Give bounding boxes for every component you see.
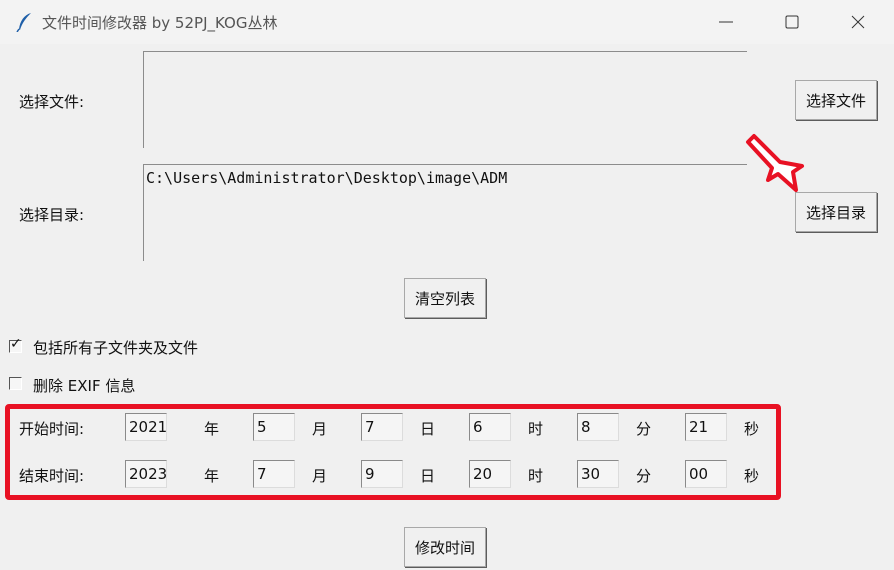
include-subfolders-label: 包括所有子文件夹及文件 bbox=[33, 339, 199, 357]
check-mark-icon: ✓ bbox=[10, 336, 22, 352]
end-day-input[interactable]: 9 bbox=[361, 460, 403, 488]
feather-icon bbox=[16, 13, 31, 32]
window-title: 文件时间修改器 by 52PJ_KOG丛林 bbox=[42, 14, 278, 32]
maximize-button[interactable] bbox=[772, 8, 812, 36]
modify-time-button[interactable]: 修改时间 bbox=[404, 527, 486, 567]
start-day-unit: 日 bbox=[420, 420, 436, 438]
clear-list-button[interactable]: 清空列表 bbox=[404, 278, 486, 318]
directory-label: 选择目录: bbox=[19, 206, 85, 224]
minimize-button[interactable] bbox=[706, 8, 746, 36]
select-directory-button[interactable]: 选择目录 bbox=[795, 192, 877, 232]
start-year-input[interactable]: 2021 bbox=[125, 413, 167, 441]
title-bar: 文件时间修改器 by 52PJ_KOG丛林 bbox=[0, 0, 894, 44]
minimize-icon bbox=[719, 21, 733, 23]
end-month-input[interactable]: 7 bbox=[253, 460, 295, 488]
maximize-icon bbox=[785, 15, 799, 29]
directory-list-box[interactable]: C:\Users\Administrator\Desktop\image\ADM bbox=[143, 164, 747, 261]
file-label: 选择文件: bbox=[19, 93, 85, 111]
end-hour-unit: 时 bbox=[528, 467, 544, 485]
start-minute-unit: 分 bbox=[636, 420, 652, 438]
red-arrow-icon bbox=[746, 134, 804, 192]
start-hour-input[interactable]: 6 bbox=[469, 413, 511, 441]
end-day-unit: 日 bbox=[420, 467, 436, 485]
select-file-button[interactable]: 选择文件 bbox=[795, 80, 877, 120]
directory-path-value: C:\Users\Administrator\Desktop\image\ADM bbox=[146, 169, 508, 187]
start-second-unit: 秒 bbox=[744, 420, 760, 438]
end-hour-input[interactable]: 20 bbox=[469, 460, 511, 488]
end-month-unit: 月 bbox=[312, 467, 328, 485]
start-second-input[interactable]: 21 bbox=[685, 413, 727, 441]
start-year-unit: 年 bbox=[204, 420, 220, 438]
start-month-input[interactable]: 5 bbox=[253, 413, 295, 441]
close-icon bbox=[851, 15, 865, 29]
close-button[interactable] bbox=[838, 8, 878, 36]
start-minute-input[interactable]: 8 bbox=[577, 413, 619, 441]
end-year-input[interactable]: 2023 bbox=[125, 460, 167, 488]
include-subfolders-checkbox[interactable]: ✓ bbox=[9, 336, 22, 353]
start-time-label: 开始时间: bbox=[19, 420, 85, 438]
checkbox-box bbox=[9, 377, 22, 390]
start-month-unit: 月 bbox=[312, 420, 328, 438]
remove-exif-label: 删除 EXIF 信息 bbox=[33, 377, 136, 395]
end-minute-unit: 分 bbox=[636, 467, 652, 485]
start-day-input[interactable]: 7 bbox=[361, 413, 403, 441]
end-second-input[interactable]: 00 bbox=[685, 460, 727, 488]
end-year-unit: 年 bbox=[204, 467, 220, 485]
end-second-unit: 秒 bbox=[744, 467, 760, 485]
end-time-label: 结束时间: bbox=[19, 467, 85, 485]
end-minute-input[interactable]: 30 bbox=[577, 460, 619, 488]
file-list-box[interactable] bbox=[143, 51, 747, 148]
start-hour-unit: 时 bbox=[528, 420, 544, 438]
remove-exif-checkbox[interactable] bbox=[9, 377, 22, 390]
